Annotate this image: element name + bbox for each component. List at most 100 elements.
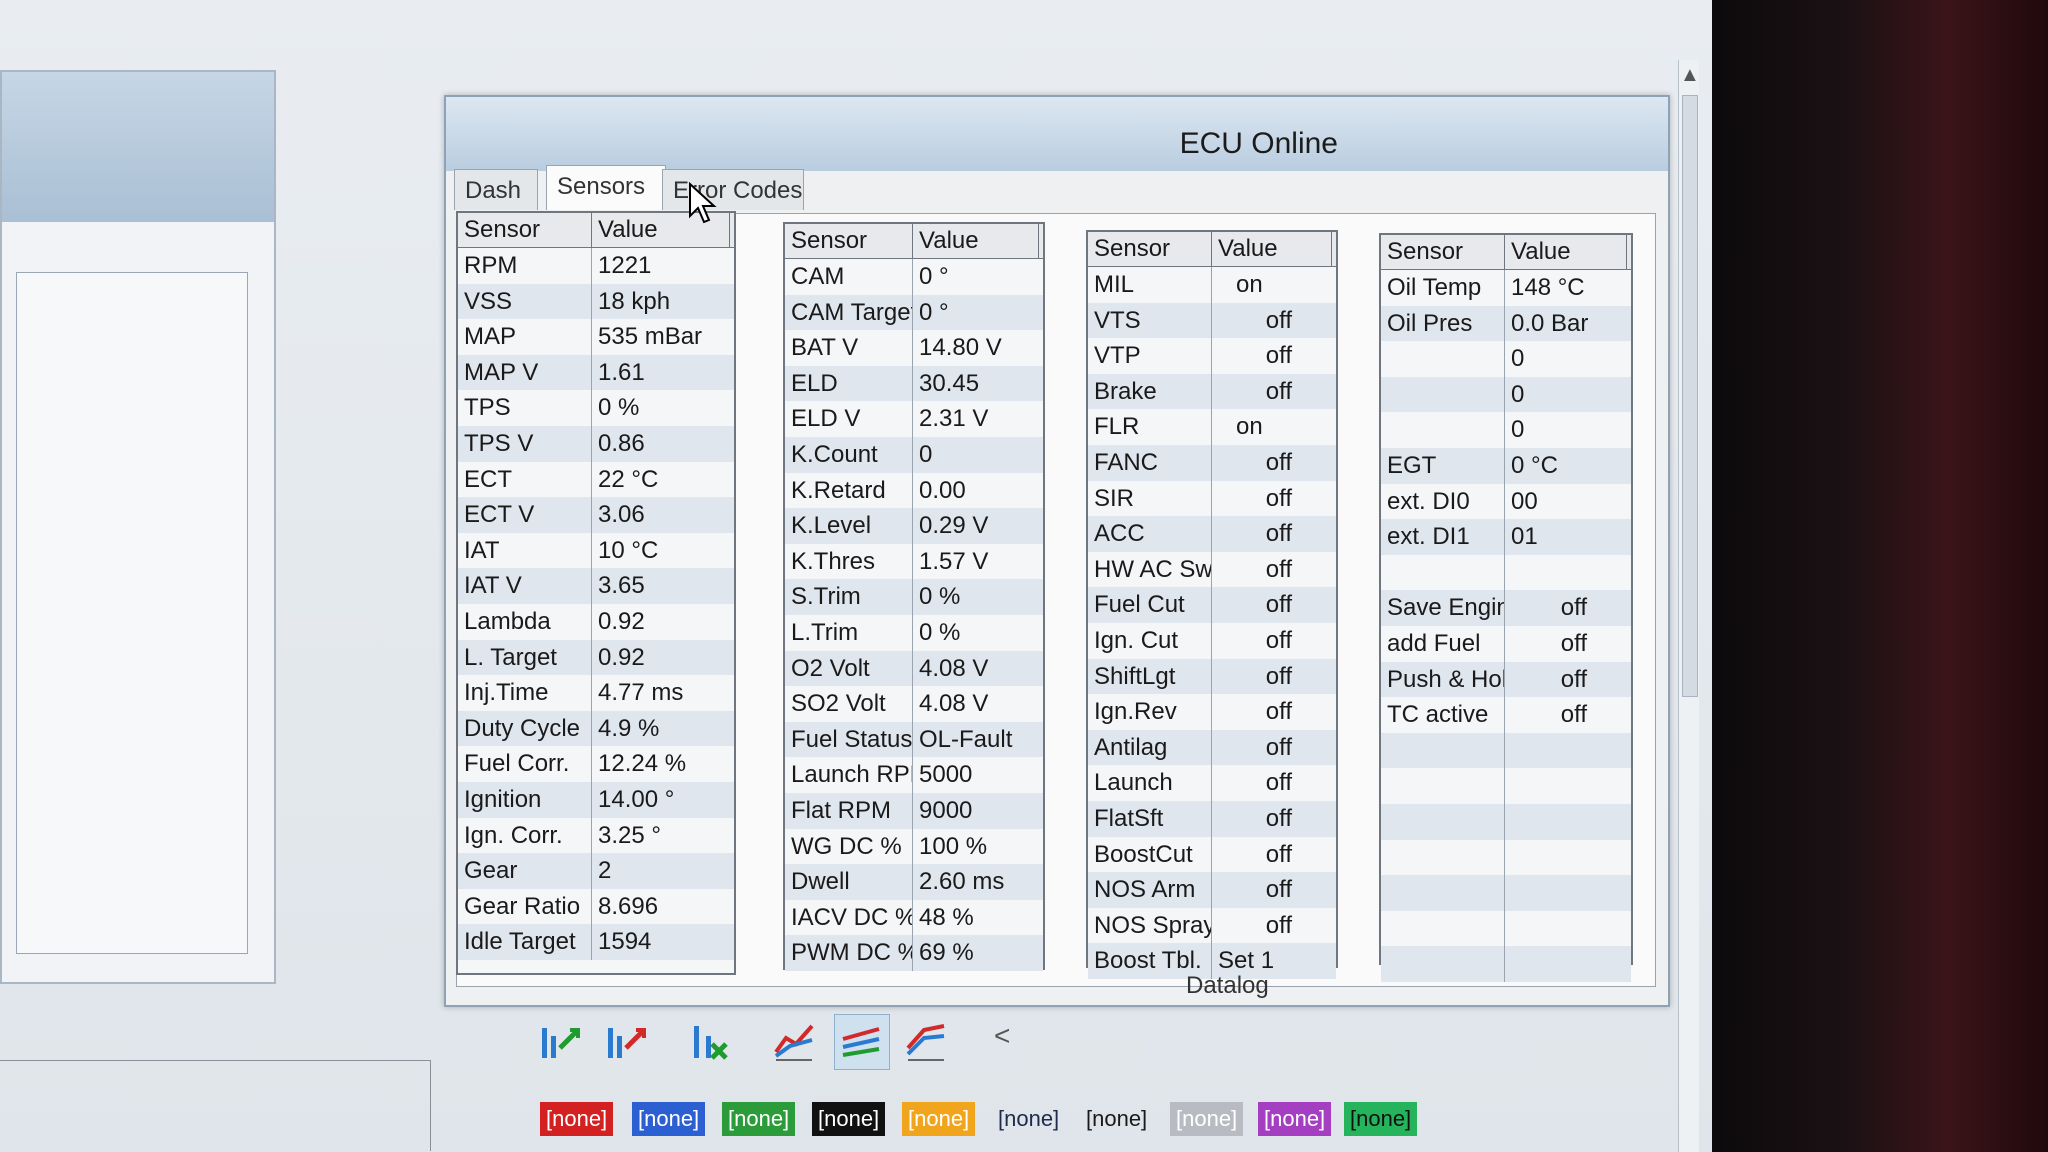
table-row[interactable]: ext. DI1 01 [1381, 519, 1631, 555]
table-row[interactable] [1381, 554, 1631, 591]
table-row[interactable]: RPM 1221 [458, 248, 734, 284]
table-row[interactable]: 0 [1381, 376, 1631, 413]
column-header-value[interactable]: Value [1212, 232, 1332, 266]
sensor-table-2[interactable]: Sensor Value CAM 0 ° CAM Target 0 ° BAT V 14.80… [783, 222, 1045, 971]
table-row[interactable]: Flat RPM 9000 [785, 792, 1043, 829]
graph-3-icon[interactable] [900, 1014, 954, 1068]
table-row[interactable]: HW AC Sw off [1088, 551, 1336, 588]
sensor-table-1[interactable]: Sensor Value RPM 1221 VSS 18 kph MAP 535 mBar MA… [456, 211, 736, 975]
channel-selector-5[interactable]: [none] [902, 1102, 976, 1136]
table-row[interactable]: Inj.Time 4.77 ms [458, 675, 734, 711]
table-row[interactable] [1381, 875, 1631, 911]
table-row[interactable]: Launch RPM5000 [785, 757, 1043, 793]
table-row[interactable]: SIR off [1088, 480, 1336, 517]
table-row[interactable]: Save Engine off [1381, 590, 1631, 626]
channel-selector-1[interactable]: [none] [540, 1102, 614, 1136]
graph-1-icon[interactable] [768, 1014, 822, 1068]
table-row[interactable]: Dwell 2.60 ms [785, 864, 1043, 900]
table-row[interactable] [1381, 732, 1631, 769]
table-row[interactable]: K.Count 0 [785, 436, 1043, 473]
table-row[interactable]: Brake off [1088, 373, 1336, 410]
table-row[interactable]: add Fuel off [1381, 625, 1631, 662]
table-row[interactable]: Ign. Corr. 3.25 ° [458, 817, 734, 854]
graph-2-icon[interactable] [834, 1014, 890, 1070]
table-row[interactable]: CAM 0 ° [785, 259, 1043, 295]
table-row[interactable]: ShiftLgt off [1088, 658, 1336, 695]
table-row[interactable]: NOS Spray off [1088, 907, 1336, 944]
table-row[interactable]: Ignition 14.00 ° [458, 781, 734, 818]
table-row[interactable]: Fuel Cut off [1088, 587, 1336, 623]
scrollbar-thumb[interactable] [1682, 95, 1698, 697]
channel-selector-9[interactable]: [none] [1258, 1102, 1332, 1136]
table-row[interactable]: Gear 2 [458, 853, 734, 889]
table-row[interactable]: Launch off [1088, 765, 1336, 801]
tab-error-codes[interactable]: Error Codes [662, 169, 804, 210]
table-row[interactable]: IAT 10 °C [458, 532, 734, 569]
chart-remove-icon[interactable] [598, 1014, 652, 1068]
table-row[interactable] [1381, 910, 1631, 947]
table-row[interactable]: BoostCut off [1088, 836, 1336, 873]
table-row[interactable]: VTS off [1088, 302, 1336, 339]
column-header-value[interactable]: Value [913, 224, 1039, 258]
table-row[interactable]: MAP 535 mBar [458, 319, 734, 355]
table-row[interactable]: ext. DI0 00 [1381, 483, 1631, 520]
table-row[interactable]: ECT V 3.06 [458, 497, 734, 533]
table-row[interactable]: SO2 Volt 4.08 V [785, 686, 1043, 722]
toolbar-chevron[interactable]: < [994, 1020, 1010, 1052]
table-row[interactable]: L. Target 0.92 [458, 639, 734, 676]
table-row[interactable] [1381, 768, 1631, 804]
channel-selector-6[interactable]: [none] [992, 1102, 1065, 1136]
column-header-sensor[interactable]: Sensor [1088, 232, 1212, 266]
column-header-value[interactable]: Value [1505, 235, 1627, 269]
sensor-table-4[interactable]: Sensor Value Oil Temp 148 °C Oil Pres 0.0 Bar… [1379, 233, 1633, 982]
table-row[interactable]: K.Level 0.29 V [785, 508, 1043, 544]
table-row[interactable]: K.Thres 1.57 V [785, 543, 1043, 580]
channel-selector-2[interactable]: [none] [632, 1102, 706, 1136]
table-row[interactable]: EGT 0 °C [1381, 447, 1631, 484]
table-row[interactable]: S.Trim 0 % [785, 579, 1043, 615]
table-row[interactable]: ELD 30.45 [785, 365, 1043, 402]
table-row[interactable]: Antilag off [1088, 729, 1336, 766]
table-row[interactable] [1381, 946, 1631, 982]
table-row[interactable]: MIL on [1088, 267, 1336, 303]
table-row[interactable]: NOS Arm off [1088, 872, 1336, 908]
table-row[interactable]: TPS V 0.86 [458, 425, 734, 462]
table-row[interactable]: Duty Cycle 4.9 % [458, 710, 734, 747]
table-row[interactable]: L.Trim 0 % [785, 614, 1043, 651]
table-row[interactable]: Oil Temp 148 °C [1381, 270, 1631, 306]
sensor-table-3[interactable]: Sensor Value MIL on VTS off VTP off Brake off FLR o… [1086, 230, 1338, 979]
table-row[interactable]: 0 [1381, 341, 1631, 377]
table-row[interactable]: ELD V 2.31 V [785, 401, 1043, 437]
table-row[interactable]: Ign. Cut off [1088, 622, 1336, 659]
table-row[interactable]: CAM Target 0 ° [785, 294, 1043, 331]
window-titlebar[interactable]: ECU Online [446, 97, 1668, 171]
tab-dash[interactable]: Dash [454, 169, 538, 210]
table-row[interactable]: Fuel Status OL-Fault [785, 721, 1043, 758]
table-row[interactable]: Push & Hold off [1381, 661, 1631, 698]
scroll-up-icon[interactable]: ▲ [1680, 64, 1700, 87]
channel-selector-4[interactable]: [none] [812, 1102, 886, 1136]
table-row[interactable]: Gear Ratio 8.696 [458, 888, 734, 925]
table-row[interactable]: WG DC % 100 % [785, 828, 1043, 865]
table-row[interactable]: Idle Target 1594 [458, 924, 734, 960]
table-row[interactable]: FLR on [1088, 409, 1336, 445]
table-row[interactable]: TC active off [1381, 697, 1631, 733]
table-row[interactable]: TPS 0 % [458, 390, 734, 426]
tab-sensors[interactable]: Sensors [546, 165, 666, 210]
channel-selector-7[interactable]: [none] [1080, 1102, 1153, 1136]
channel-selector-3[interactable]: [none] [722, 1102, 796, 1136]
column-header-sensor[interactable]: Sensor [458, 213, 592, 247]
table-row[interactable]: IACV DC % 48 % [785, 899, 1043, 936]
table-row[interactable]: BAT V 14.80 V [785, 330, 1043, 366]
table-row[interactable]: FANC off [1088, 444, 1336, 481]
column-header-sensor[interactable]: Sensor [1381, 235, 1505, 269]
table-row[interactable]: Oil Pres 0.0 Bar [1381, 305, 1631, 342]
table-row[interactable] [1381, 803, 1631, 840]
table-row[interactable]: Fuel Corr. 12.24 % [458, 746, 734, 782]
table-row[interactable]: K.Retard 0.00 [785, 472, 1043, 509]
table-row[interactable]: VSS 18 kph [458, 283, 734, 320]
channel-selector-8[interactable]: [none] [1170, 1102, 1244, 1136]
chart-add-icon[interactable] [532, 1014, 586, 1068]
table-row[interactable]: ACC off [1088, 516, 1336, 552]
table-row[interactable]: MAP V 1.61 [458, 354, 734, 391]
